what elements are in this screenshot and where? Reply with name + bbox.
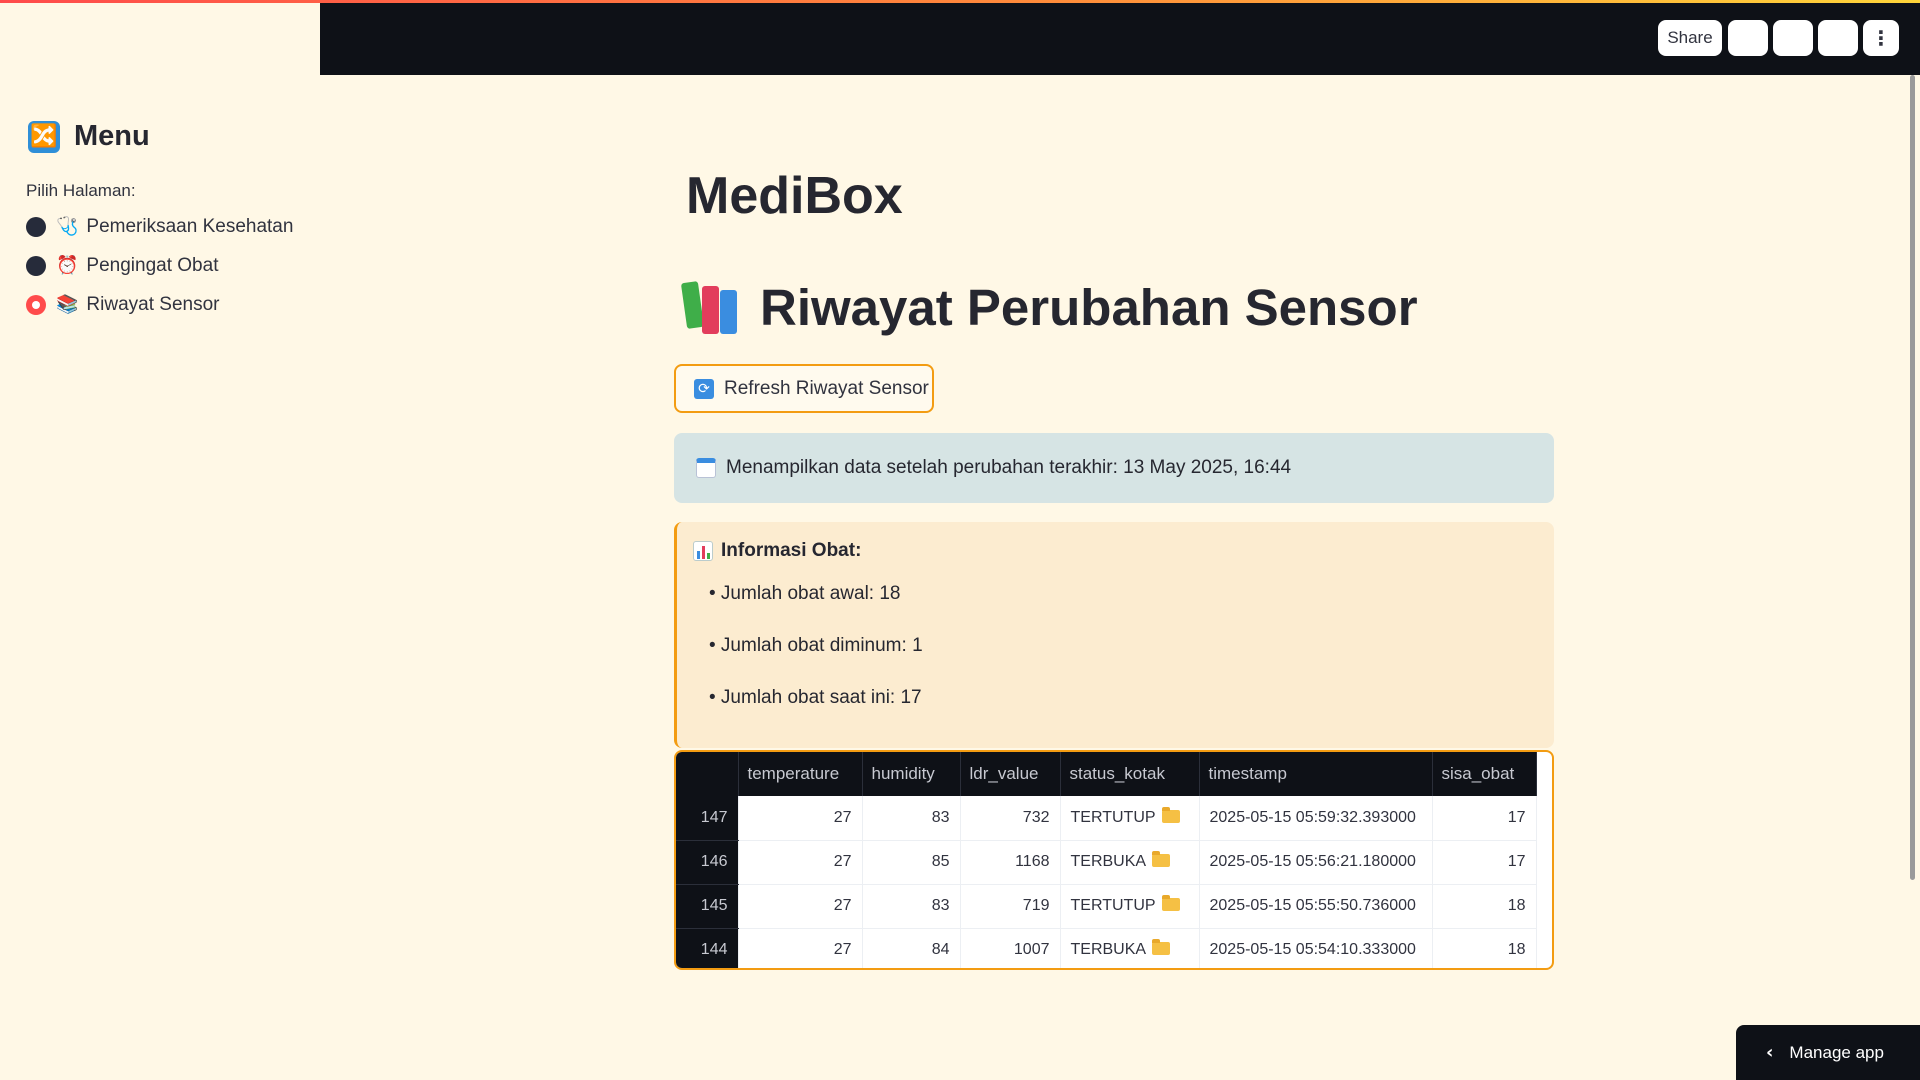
manage-app-button[interactable]: ‹ Manage app [1736, 1025, 1920, 1080]
top-decoration-bar [0, 0, 1920, 3]
folder-icon [1161, 895, 1180, 911]
cell-sisa-obat[interactable]: 18 [1432, 928, 1537, 968]
cell-humidity[interactable]: 83 [862, 796, 961, 841]
row-index: 146 [676, 840, 739, 885]
cell-temperature[interactable]: 27 [738, 796, 863, 841]
info-text: Menampilkan data setelah perubahan terak… [726, 457, 1292, 478]
cell-timestamp[interactable]: 2025-05-15 05:55:50.736000 [1199, 884, 1433, 929]
column-header-timestamp[interactable]: timestamp [1199, 752, 1433, 796]
cell-status-kotak[interactable]: TERBUKA [1060, 840, 1200, 885]
manage-app-label: Manage app [1789, 1042, 1884, 1062]
obat-info-box: Informasi Obat: • Jumlah obat awal: 18 •… [674, 522, 1554, 748]
list-item: • Jumlah obat diminum: 1 [709, 635, 923, 656]
refresh-icon: ⟳ [694, 378, 714, 399]
shuffle-icon: 🔀 [28, 120, 60, 153]
table-row[interactable]: 146 27 85 1168 TERBUKA 2025-05-15 05:56:… [676, 840, 1537, 885]
cell-sisa-obat[interactable]: 17 [1432, 840, 1537, 885]
scrollbar[interactable] [1910, 75, 1915, 880]
list-item: • Jumlah obat saat ini: 17 [709, 687, 922, 708]
page-radio-group: 🩺 Pemeriksaan Kesehatan ⏰ Pengingat Obat 📚… [26, 211, 296, 328]
cell-timestamp[interactable]: 2025-05-15 05:54:10.333000 [1199, 928, 1433, 968]
refresh-button-label: Refresh Riwayat Sensor [724, 377, 929, 399]
sidebar: 🔀 Menu Pilih Halaman: 🩺 Pemeriksaan Keseh… [0, 0, 320, 1080]
cell-humidity[interactable]: 85 [862, 840, 961, 885]
table-row[interactable]: 144 27 84 1007 TERBUKA 2025-05-15 05:54:… [676, 928, 1537, 968]
obat-info-title: Informasi Obat: [721, 540, 862, 561]
column-header-sisa-obat[interactable]: sisa_obat [1432, 752, 1537, 796]
cell-temperature[interactable]: 27 [738, 840, 863, 885]
alarm-clock-icon: ⏰ [56, 255, 79, 276]
column-header-humidity[interactable]: humidity [862, 752, 961, 796]
radio-option-label: 🩺 Pemeriksaan Kesehatan [56, 216, 294, 237]
bar-chart-icon [693, 541, 713, 561]
radio-option-pemeriksaan-kesehatan[interactable]: 🩺 Pemeriksaan Kesehatan [26, 211, 296, 243]
stethoscope-icon: 🩺 [56, 216, 79, 237]
radio-option-riwayat-sensor[interactable]: 📚 Riwayat Sensor [26, 289, 296, 321]
folder-icon [1161, 806, 1180, 823]
column-header-index[interactable] [676, 752, 739, 796]
info-alert: Menampilkan data setelah perubahan terak… [674, 433, 1554, 503]
section-title-text: Riwayat Perubahan Sensor [760, 279, 1418, 336]
chevron-left-icon: ‹ [1766, 1042, 1774, 1063]
radio-option-label: ⏰ Pengingat Obat [56, 255, 219, 276]
row-index: 144 [676, 928, 739, 968]
radio-button-selected[interactable] [26, 295, 46, 315]
cell-humidity[interactable]: 84 [862, 928, 961, 968]
cell-ldr-value[interactable]: 719 [960, 884, 1061, 929]
cell-humidity[interactable]: 83 [862, 884, 961, 929]
share-button[interactable]: Share [1658, 20, 1722, 56]
cell-temperature[interactable]: 27 [738, 884, 863, 929]
radio-option-pengingat-obat[interactable]: ⏰ Pengingat Obat [26, 250, 296, 282]
cell-timestamp[interactable]: 2025-05-15 05:59:32.393000 [1199, 796, 1433, 841]
star-button[interactable] [1728, 20, 1768, 56]
books-icon [680, 280, 740, 336]
edit-button[interactable] [1773, 20, 1813, 56]
list-item: • Jumlah obat awal: 18 [709, 583, 901, 604]
table-row[interactable]: 145 27 83 719 TERTUTUP 2025-05-15 05:55:… [676, 884, 1537, 929]
cell-ldr-value[interactable]: 1168 [960, 840, 1061, 885]
folder-icon [1152, 851, 1171, 867]
books-icon: 📚 [56, 294, 79, 315]
radio-group-label: Pilih Halaman: [26, 181, 136, 200]
cell-status-kotak[interactable]: TERTUTUP [1060, 796, 1200, 841]
folder-icon [1152, 939, 1171, 955]
radio-button[interactable] [26, 256, 46, 276]
cell-status-kotak[interactable]: TERBUKA [1060, 928, 1200, 968]
table-row[interactable]: 147 27 83 732 TERTUTUP 2025-05-15 05:59:… [676, 796, 1537, 841]
refresh-button[interactable]: ⟳ Refresh Riwayat Sensor [674, 364, 934, 413]
row-index: 145 [676, 884, 739, 929]
section-title: Riwayat Perubahan Sensor [680, 278, 1418, 337]
app-title: MediBox [686, 167, 903, 225]
cell-ldr-value[interactable]: 1007 [960, 928, 1061, 968]
radio-option-label: 📚 Riwayat Sensor [56, 294, 220, 315]
cell-sisa-obat[interactable]: 17 [1432, 796, 1537, 841]
row-index: 147 [676, 796, 739, 841]
more-menu-icon[interactable]: ⋮ [1863, 20, 1899, 56]
cell-sisa-obat[interactable]: 18 [1432, 884, 1537, 929]
column-header-status-kotak[interactable]: status_kotak [1060, 752, 1200, 796]
sidebar-title: 🔀 Menu [28, 120, 150, 153]
cell-status-kotak[interactable]: TERTUTUP [1060, 884, 1200, 929]
table-header-row: temperature humidity ldr_value status_ko… [676, 752, 1537, 796]
app-header: Share ⋮ [320, 0, 1920, 75]
calendar-icon [696, 458, 716, 478]
cell-timestamp[interactable]: 2025-05-15 05:56:21.180000 [1199, 840, 1433, 885]
github-button[interactable] [1818, 20, 1858, 56]
obat-info-list: • Jumlah obat awal: 18 • Jumlah obat dim… [693, 580, 1554, 736]
sidebar-title-text: Menu [74, 120, 150, 152]
sensor-history-table[interactable]: temperature humidity ldr_value status_ko… [674, 750, 1554, 970]
cell-ldr-value[interactable]: 732 [960, 796, 1061, 841]
obat-info-header: Informasi Obat: [693, 540, 1554, 562]
cell-temperature[interactable]: 27 [738, 928, 863, 968]
column-header-ldr-value[interactable]: ldr_value [960, 752, 1061, 796]
radio-button[interactable] [26, 217, 46, 237]
column-header-temperature[interactable]: temperature [738, 752, 863, 796]
